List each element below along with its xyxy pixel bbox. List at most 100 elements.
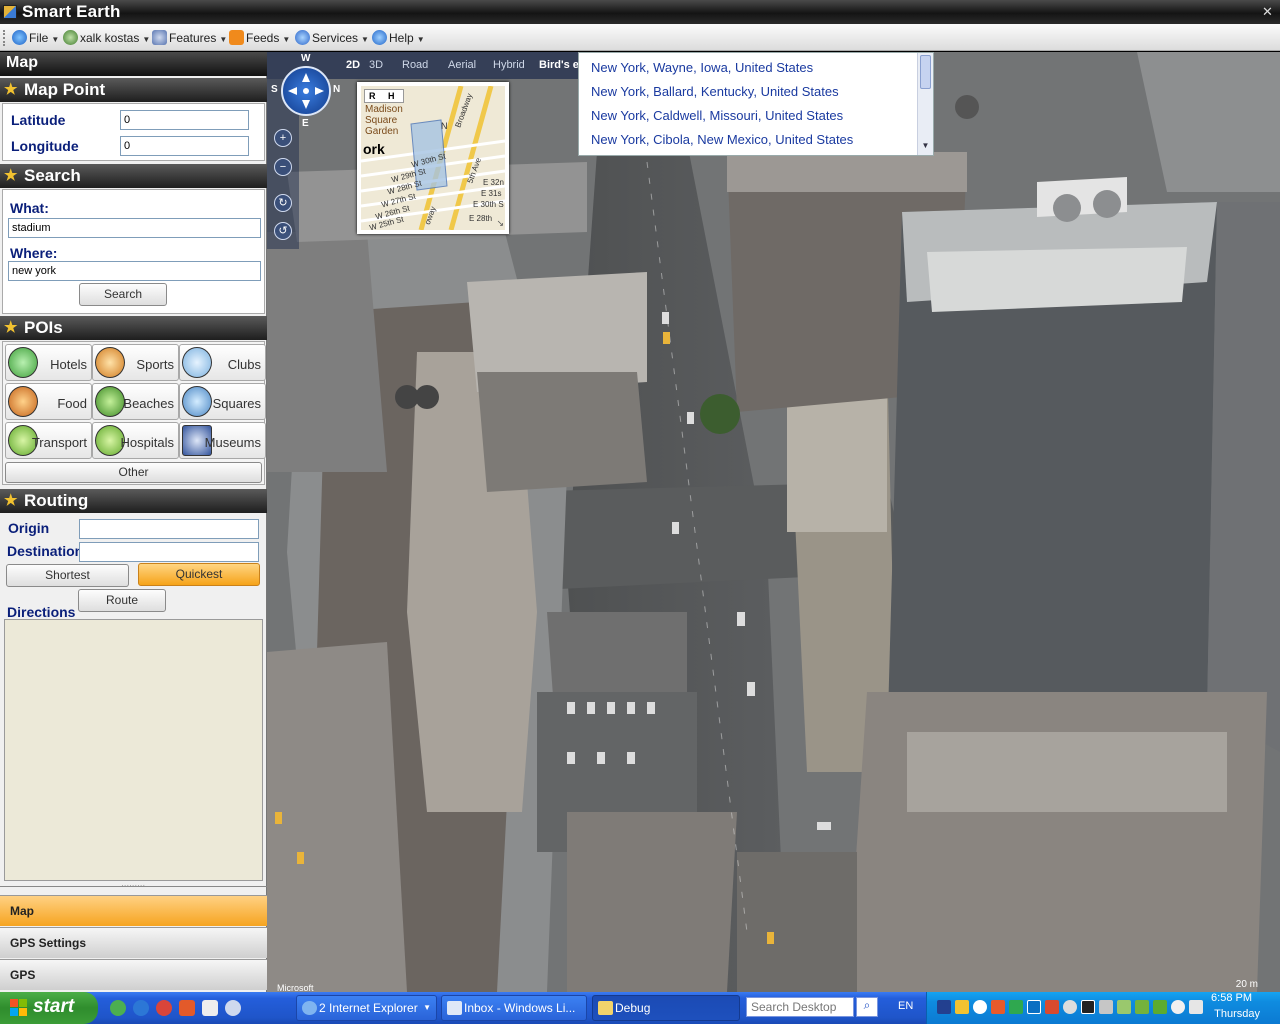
dock-gps-settings[interactable]: GPS Settings [0,927,267,958]
rotate-left-icon[interactable]: ↺ [274,222,292,240]
routing-header[interactable]: ★ Routing [0,489,267,513]
taskbar-debug-folder[interactable]: Debug [592,995,740,1021]
tray-app-icon[interactable] [1099,1000,1113,1014]
map-view[interactable]: 2D 3D Road Aerial Hybrid Bird's e + − ↻ … [267,52,1280,992]
mode-2d-tab[interactable]: 2D [346,59,360,71]
volume-icon[interactable] [1189,1000,1203,1014]
mail-icon [447,1001,462,1015]
compass-top-label: W [301,53,311,64]
star-icon: ★ [4,319,18,336]
what-input[interactable] [8,218,261,238]
quickest-button[interactable]: Quickest [138,563,260,586]
menu-help[interactable]: Help ▼ [372,29,425,47]
show-desktop-icon[interactable] [225,1000,241,1016]
squares-icon [182,386,212,417]
dock-gps[interactable]: GPS [0,959,267,990]
what-label: What: [10,200,49,216]
mode-road-tab[interactable]: Road [402,59,428,71]
search-header[interactable]: ★ Search [0,164,267,188]
poi-transport-button[interactable]: Transport [5,422,92,459]
map-point-header[interactable]: ★ Map Point [0,78,267,102]
menu-features[interactable]: Features ▼ [152,29,227,47]
menu-services[interactable]: Services ▼ [295,29,369,47]
origin-input[interactable] [79,519,259,539]
menu-file[interactable]: File ▼ [12,29,59,47]
mode-3d-tab[interactable]: 3D [369,59,383,71]
compass-left-label: S [271,84,278,95]
longitude-input[interactable] [120,136,249,156]
zoom-in-icon[interactable]: + [274,129,292,147]
poi-hospitals-button[interactable]: Hospitals [92,422,179,459]
poi-museums-button[interactable]: Museums [179,422,266,459]
directions-box[interactable] [4,619,263,881]
dock-map[interactable]: Map [0,895,267,926]
magnifier-icon[interactable] [973,1000,987,1014]
rotate-right-icon[interactable]: ↻ [274,194,292,212]
search-button[interactable]: Search [79,283,167,306]
overview-minimap[interactable]: R H Madison Square Garden ork W 30th St W … [357,82,509,234]
minimap-tabs[interactable]: R H [364,89,404,103]
clock-time[interactable]: 6:58 PM [1211,992,1252,1004]
tray-app-icon[interactable] [1117,1000,1131,1014]
latitude-input[interactable] [120,110,249,130]
tray-app-icon[interactable] [1045,1000,1059,1014]
shortest-button[interactable]: Shortest [6,564,129,587]
minimap-resize-icon[interactable]: ↘ [496,218,504,229]
suggestion-item[interactable]: New York, Ballard, Kentucky, United Stat… [591,84,839,99]
shield-icon[interactable] [955,1000,969,1014]
suggestion-item[interactable]: New York, Wayne, Iowa, United States [591,60,813,75]
mode-birdseye-tab[interactable]: Bird's e [539,59,579,71]
destination-label: Destination [7,543,84,559]
tray-app-icon[interactable] [1063,1000,1077,1014]
mode-aerial-tab[interactable]: Aerial [448,59,476,71]
taskbar-ie-group[interactable]: 2 Internet Explorer ▼ [296,995,437,1021]
poi-food-button[interactable]: Food [5,383,92,420]
media-icon[interactable] [156,1000,172,1016]
poi-hotels-button[interactable]: Hotels [5,344,92,381]
tray-app-icon[interactable] [1027,1000,1041,1014]
zoom-out-icon[interactable]: − [274,158,292,176]
language-indicator[interactable]: EN [898,1000,913,1012]
firefox-icon[interactable] [179,1000,195,1016]
taskbar-inbox[interactable]: Inbox - Windows Li... [441,995,587,1021]
destination-input[interactable] [79,542,259,562]
toolbar-grip[interactable] [3,30,6,46]
poi-clubs-button[interactable]: Clubs [179,344,266,381]
pois-header[interactable]: ★ POIs [0,316,267,340]
messenger-icon[interactable] [110,1000,126,1016]
network-icon[interactable] [991,1000,1005,1014]
scroll-thumb[interactable] [920,55,931,89]
desktop-search-input[interactable]: Search Desktop [746,997,854,1017]
poi-sports-button[interactable]: Sports [92,344,179,381]
menu-feeds[interactable]: Feeds ▼ [229,29,290,47]
minimap-poi-label: Madison Square Garden [365,104,403,137]
taskbar: start 2 Internet Explorer ▼ Inbox - Windo… [0,992,1280,1024]
poi-other-button[interactable]: Other [5,462,262,483]
scroll-down-icon[interactable]: ▼ [920,141,931,153]
suggestions-scrollbar[interactable]: ▼ [917,53,933,155]
mode-hybrid-tab[interactable]: Hybrid [493,59,525,71]
start-button[interactable]: start [0,992,98,1024]
splitter-handle[interactable]: ˙˙˙˙˙˙˙˙˙ [0,885,267,893]
where-input[interactable] [8,261,261,281]
tray-app-icon[interactable] [1009,1000,1023,1014]
search-icon[interactable]: ⌕ [856,997,878,1017]
tray-app-icon[interactable] [937,1000,951,1014]
tray-app-icon[interactable] [1135,1000,1149,1014]
suggestion-item[interactable]: New York, Cibola, New Mexico, United Sta… [591,132,853,147]
left-panel: Map ★ Map Point Latitude Longitude ★ Sea… [0,52,267,992]
mail-quicklaunch-icon[interactable] [202,1000,218,1016]
windows-logo-icon [10,999,27,1016]
tray-app-icon[interactable] [1081,1000,1095,1014]
close-button[interactable]: ✕ [1259,3,1276,20]
suggestion-item[interactable]: New York, Caldwell, Missouri, United Sta… [591,108,843,123]
compass-rose[interactable] [281,66,331,116]
poi-beaches-button[interactable]: Beaches [92,383,179,420]
menu-user[interactable]: xalk kostas ▼ [63,29,150,47]
panel-title: Map [0,52,267,76]
tray-app-icon[interactable] [1171,1000,1185,1014]
poi-squares-button[interactable]: Squares [179,383,266,420]
tray-app-icon[interactable] [1153,1000,1167,1014]
ie-quicklaunch-icon[interactable] [133,1000,149,1016]
route-button[interactable]: Route [78,589,166,612]
